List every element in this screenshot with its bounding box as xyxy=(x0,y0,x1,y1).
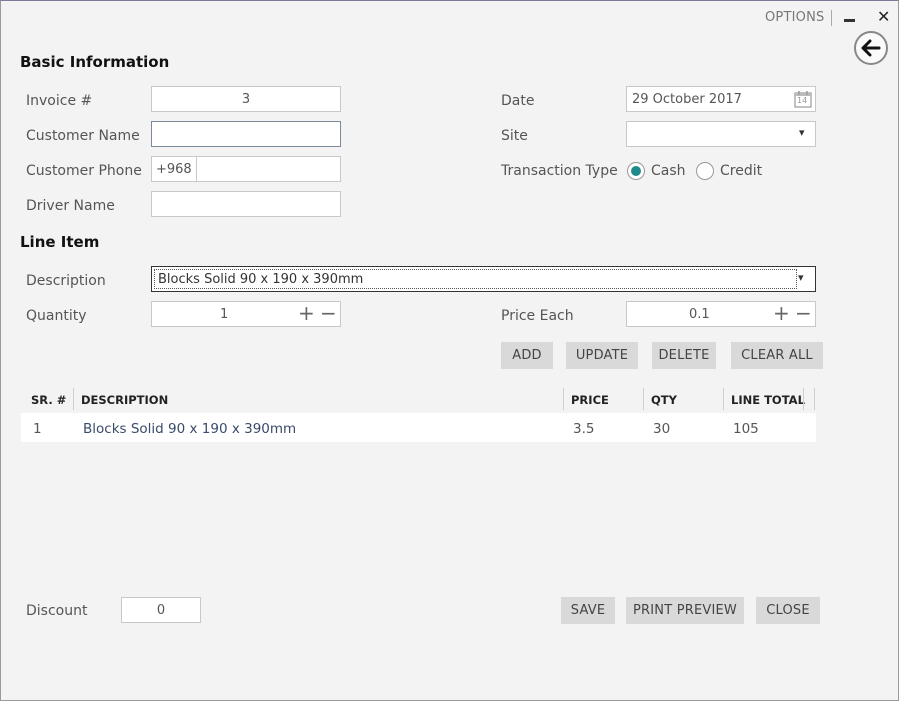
column-divider xyxy=(814,388,815,410)
description-value: Blocks Solid 90 x 190 x 390mm xyxy=(154,269,797,289)
price-each-label: Price Each xyxy=(501,308,574,324)
minimize-icon xyxy=(844,19,855,22)
column-divider xyxy=(803,388,804,410)
date-label: Date xyxy=(501,93,535,109)
invoice-number-field[interactable]: 3 xyxy=(151,86,341,112)
minus-icon[interactable]: − xyxy=(795,303,812,323)
quantity-label: Quantity xyxy=(26,308,87,324)
back-button[interactable] xyxy=(854,31,888,65)
invoice-window: OPTIONS ✕ Basic Information Invoice # 3 … xyxy=(0,0,899,701)
quantity-value: 1 xyxy=(220,307,229,322)
quantity-stepper[interactable]: 1 + − xyxy=(151,301,341,327)
calendar-day: 14 xyxy=(797,96,808,105)
cash-label: Cash xyxy=(651,163,686,179)
save-button[interactable]: SAVE xyxy=(561,597,615,624)
minus-icon[interactable]: − xyxy=(320,303,337,323)
customer-phone-label: Customer Phone xyxy=(26,163,142,179)
column-divider xyxy=(73,388,74,410)
customer-name-label: Customer Name xyxy=(26,128,140,144)
column-divider xyxy=(563,388,564,410)
close-icon[interactable]: ✕ xyxy=(877,7,890,26)
cell-sr: 1 xyxy=(33,421,42,437)
description-label: Description xyxy=(26,273,106,289)
chevron-down-icon: ▾ xyxy=(799,126,805,139)
credit-label: Credit xyxy=(720,163,763,179)
basic-information-heading: Basic Information xyxy=(20,53,170,71)
customer-name-field[interactable] xyxy=(151,121,341,147)
clear-all-button[interactable]: CLEAR ALL xyxy=(731,342,823,369)
cell-description: Blocks Solid 90 x 190 x 390mm xyxy=(83,421,297,437)
credit-radio-option[interactable]: Credit xyxy=(696,162,762,180)
cash-radio[interactable] xyxy=(627,162,645,180)
date-picker[interactable]: 29 October 2017 14 xyxy=(626,86,816,112)
calendar-icon[interactable]: 14 xyxy=(794,90,812,108)
table-row[interactable]: 1 Blocks Solid 90 x 190 x 390mm 3.5 30 1… xyxy=(21,413,816,442)
column-header-sr[interactable]: SR. # xyxy=(31,393,66,407)
customer-phone-field[interactable]: +968 xyxy=(151,156,341,182)
minimize-button[interactable] xyxy=(841,9,859,27)
plus-icon[interactable]: + xyxy=(773,303,790,323)
add-button[interactable]: ADD xyxy=(501,342,553,369)
chevron-down-icon: ▾ xyxy=(798,271,804,284)
transaction-type-label: Transaction Type xyxy=(501,163,618,179)
print-preview-button[interactable]: PRINT PREVIEW xyxy=(626,597,744,624)
invoice-number-value: 3 xyxy=(241,91,251,107)
description-select[interactable]: Blocks Solid 90 x 190 x 390mm ▾ xyxy=(151,266,816,292)
column-header-line-total[interactable]: LINE TOTAL xyxy=(731,393,805,407)
column-header-price[interactable]: PRICE xyxy=(571,393,609,407)
date-value: 29 October 2017 xyxy=(632,91,742,107)
site-label: Site xyxy=(501,128,528,144)
price-each-stepper[interactable]: 0.1 + − xyxy=(626,301,816,327)
credit-radio[interactable] xyxy=(696,162,714,180)
invoice-label: Invoice # xyxy=(26,93,93,109)
phone-prefix: +968 xyxy=(152,157,197,181)
site-select[interactable]: ▾ xyxy=(626,121,816,147)
radio-selected-dot xyxy=(631,166,641,176)
line-item-heading: Line Item xyxy=(20,233,100,251)
price-each-value: 0.1 xyxy=(689,307,710,322)
plus-icon[interactable]: + xyxy=(298,303,315,323)
update-button[interactable]: UPDATE xyxy=(566,342,638,369)
cell-qty: 30 xyxy=(653,421,671,437)
column-divider xyxy=(723,388,724,410)
cell-price: 3.5 xyxy=(573,421,595,437)
back-arrow-icon xyxy=(861,39,881,57)
discount-field[interactable]: 0 xyxy=(121,597,201,623)
cash-radio-option[interactable]: Cash xyxy=(627,162,686,180)
cell-line-total: 105 xyxy=(733,421,759,437)
close-button[interactable]: CLOSE xyxy=(756,597,820,624)
options-menu[interactable]: OPTIONS xyxy=(765,10,824,25)
delete-button[interactable]: DELETE xyxy=(652,342,716,369)
column-divider xyxy=(643,388,644,410)
titlebar-divider xyxy=(831,10,832,26)
driver-name-label: Driver Name xyxy=(26,198,115,214)
column-header-description[interactable]: DESCRIPTION xyxy=(81,393,168,407)
discount-value: 0 xyxy=(156,602,166,618)
driver-name-field[interactable] xyxy=(151,191,341,217)
discount-label: Discount xyxy=(26,603,88,619)
column-header-qty[interactable]: QTY xyxy=(651,393,677,407)
